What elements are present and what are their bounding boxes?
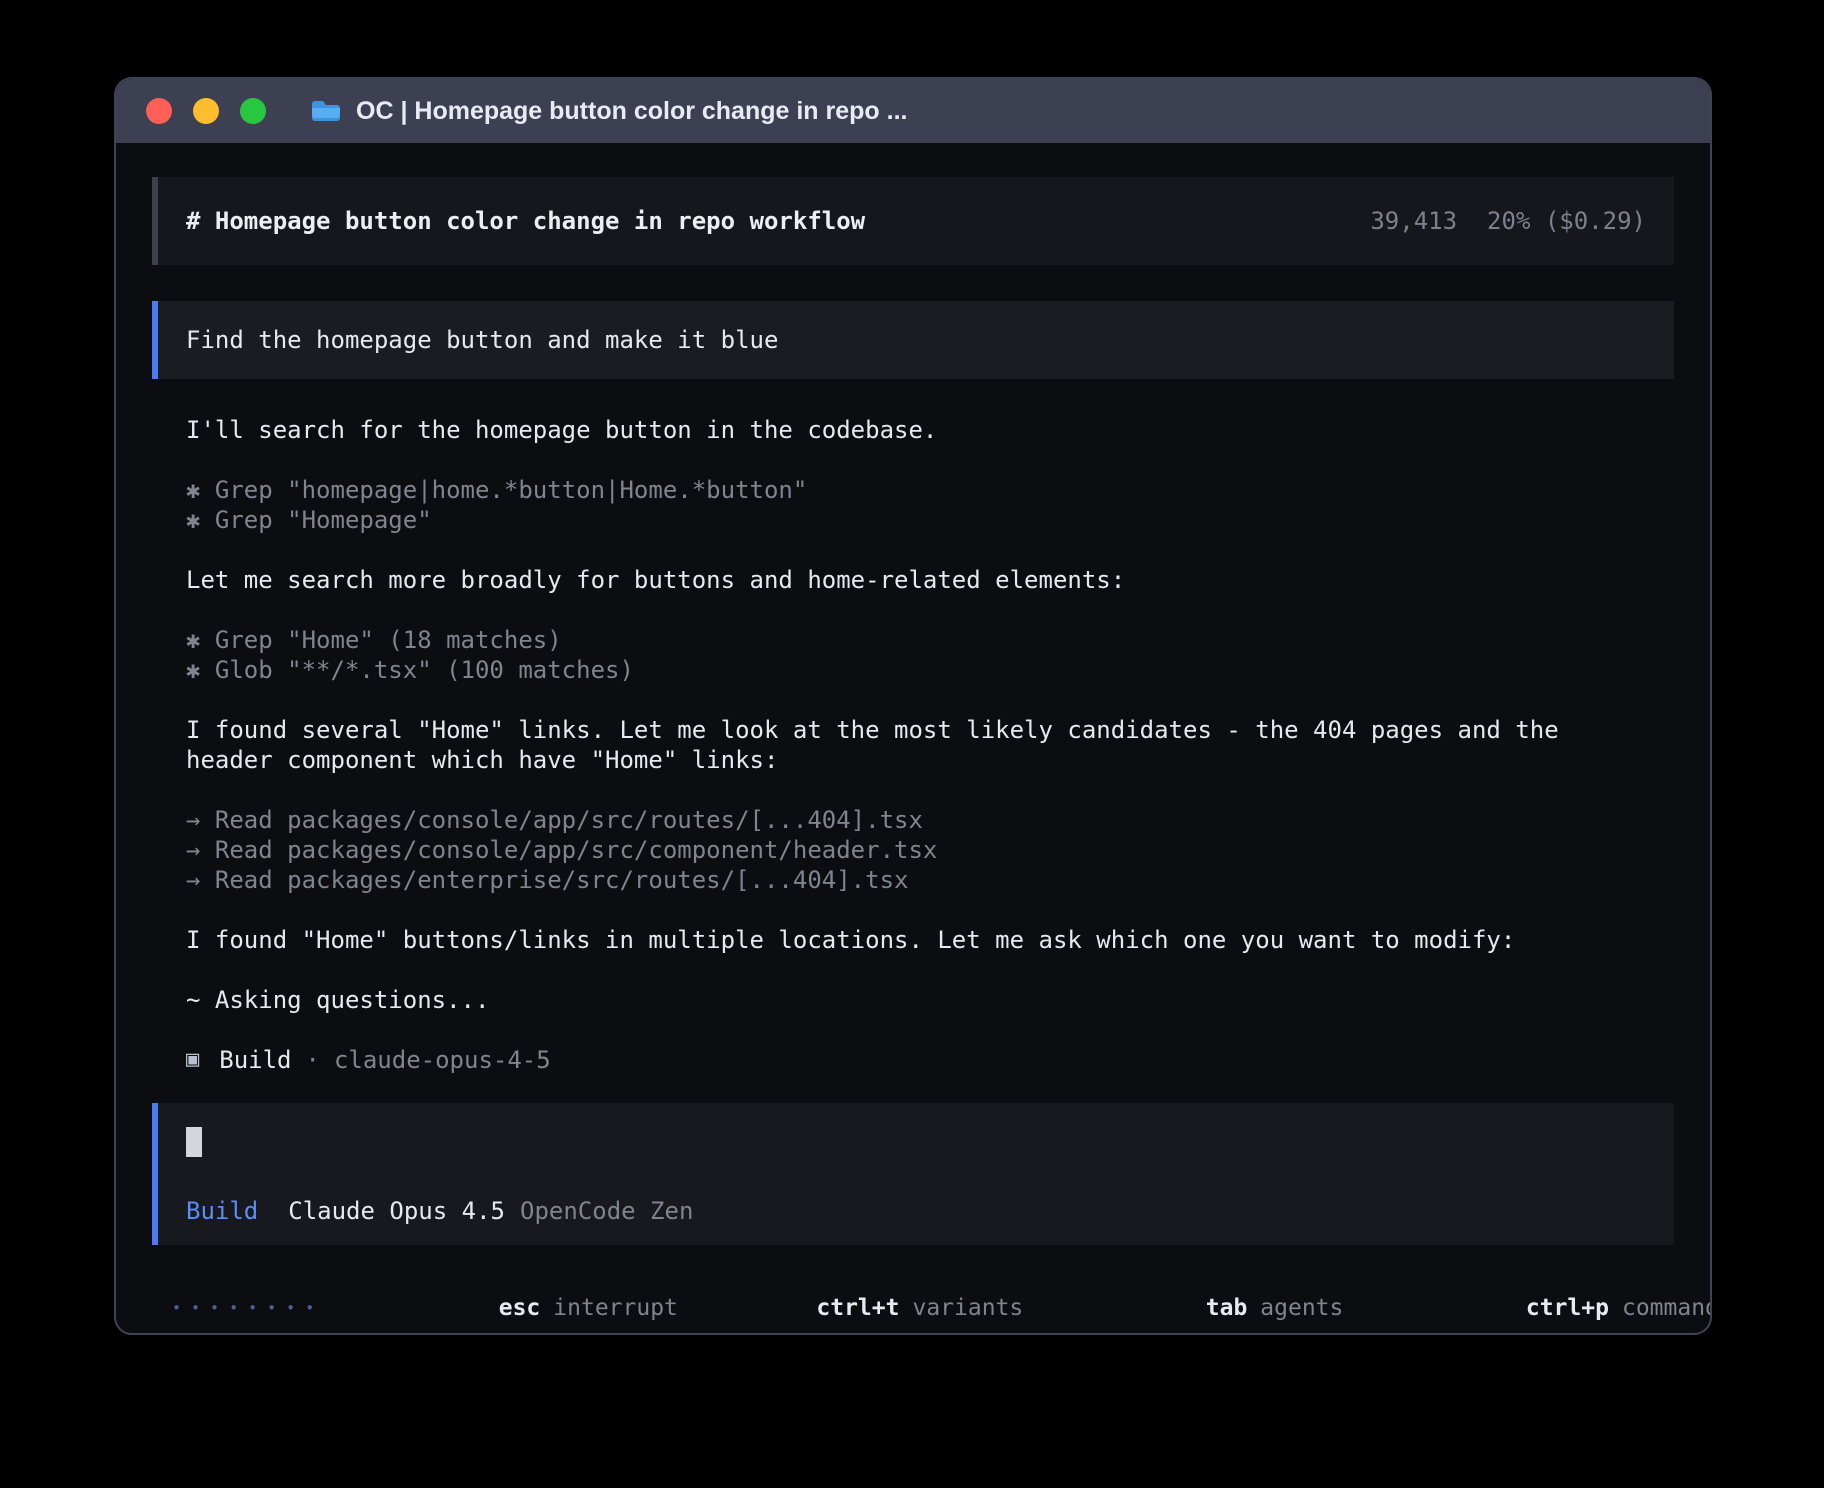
tool-call-read: → Read packages/console/app/src/componen… bbox=[186, 835, 1640, 865]
input-provider-name: OpenCode Zen bbox=[520, 1197, 693, 1225]
prompt-input[interactable]: Build Claude Opus 4.5 OpenCode Zen bbox=[152, 1103, 1674, 1245]
agent-status-line: ▣ Build · claude-opus-4-5 bbox=[186, 1045, 1640, 1075]
status-right: ctrl+t variants tab agents ctrl+p commands bbox=[678, 1269, 1712, 1335]
agent-icon: ▣ bbox=[186, 1045, 199, 1075]
shortcut-key: esc bbox=[499, 1295, 541, 1321]
user-message: Find the homepage button and make it blu… bbox=[152, 301, 1674, 379]
close-button[interactable] bbox=[146, 98, 172, 124]
spacer bbox=[186, 955, 1640, 985]
input-agent-mode[interactable]: Build bbox=[186, 1197, 258, 1225]
progress-spinner-dots: •••••••• bbox=[172, 1299, 324, 1317]
session-title: # Homepage button color change in repo w… bbox=[186, 207, 865, 235]
shortcut-interrupt: esc interrupt bbox=[360, 1269, 678, 1335]
tool-call-read: → Read packages/console/app/src/routes/[… bbox=[186, 805, 1640, 835]
tool-call-glob: ✱ Glob "**/*.tsx" (100 matches) bbox=[186, 655, 1640, 685]
shortcut-label: commands bbox=[1622, 1295, 1712, 1321]
spacer bbox=[186, 775, 1640, 805]
spacer bbox=[186, 895, 1640, 925]
tool-call-read: → Read packages/enterprise/src/routes/[.… bbox=[186, 865, 1640, 895]
shortcut-key: ctrl+t bbox=[816, 1295, 899, 1321]
terminal-window: OC | Homepage button color change in rep… bbox=[114, 77, 1712, 1335]
separator-dot: · bbox=[306, 1045, 320, 1075]
agent-name: Build bbox=[219, 1045, 291, 1075]
input-footer: Build Claude Opus 4.5 OpenCode Zen bbox=[186, 1197, 1646, 1225]
spacer bbox=[186, 1015, 1640, 1045]
window-title: OC | Homepage button color change in rep… bbox=[356, 97, 907, 126]
tool-call-grep: ✱ Grep "Home" (18 matches) bbox=[186, 625, 1640, 655]
assistant-text: Let me search more broadly for buttons a… bbox=[186, 565, 1640, 595]
shortcut-label: interrupt bbox=[553, 1295, 678, 1321]
title-group: OC | Homepage button color change in rep… bbox=[310, 97, 907, 126]
shortcut-agents: tab agents bbox=[1067, 1269, 1343, 1335]
status-asking-questions: ~ Asking questions... bbox=[186, 985, 1640, 1015]
maximize-button[interactable] bbox=[240, 98, 266, 124]
transcript: I'll search for the homepage button in t… bbox=[152, 415, 1674, 1075]
spacer bbox=[186, 445, 1640, 475]
shortcut-label: agents bbox=[1260, 1295, 1343, 1321]
spacer bbox=[186, 535, 1640, 565]
window-titlebar[interactable]: OC | Homepage button color change in rep… bbox=[116, 79, 1710, 143]
folder-icon bbox=[310, 98, 342, 124]
tool-call-grep: ✱ Grep "Homepage" bbox=[186, 505, 1640, 535]
status-left: •••••••• esc interrupt bbox=[172, 1269, 678, 1335]
shortcut-key: tab bbox=[1206, 1295, 1248, 1321]
terminal-content: # Homepage button color change in repo w… bbox=[116, 143, 1710, 1335]
assistant-text: I'll search for the homepage button in t… bbox=[186, 415, 1640, 445]
token-count: 39,413 bbox=[1370, 207, 1457, 235]
agent-model: claude-opus-4-5 bbox=[334, 1045, 551, 1075]
assistant-text: I found several "Home" links. Let me loo… bbox=[186, 715, 1640, 775]
status-bar: •••••••• esc interrupt ctrl+t variants tab… bbox=[152, 1269, 1674, 1335]
spacer bbox=[186, 595, 1640, 625]
shortcut-variants: ctrl+t variants bbox=[678, 1269, 1023, 1335]
session-stats: 39,413 20% ($0.29) bbox=[1370, 207, 1646, 235]
shortcut-commands: ctrl+p commands bbox=[1387, 1269, 1712, 1335]
assistant-text: I found "Home" buttons/links in multiple… bbox=[186, 925, 1640, 955]
session-header: # Homepage button color change in repo w… bbox=[152, 177, 1674, 265]
minimize-button[interactable] bbox=[193, 98, 219, 124]
spacer bbox=[186, 685, 1640, 715]
shortcut-label: variants bbox=[912, 1295, 1023, 1321]
user-message-text: Find the homepage button and make it blu… bbox=[186, 326, 778, 354]
input-model-name[interactable]: Claude Opus 4.5 bbox=[288, 1197, 505, 1225]
tool-call-grep: ✱ Grep "homepage|home.*button|Home.*butt… bbox=[186, 475, 1640, 505]
text-cursor bbox=[186, 1127, 202, 1157]
shortcut-key: ctrl+p bbox=[1526, 1295, 1609, 1321]
traffic-lights bbox=[146, 98, 266, 124]
context-cost: 20% ($0.29) bbox=[1487, 207, 1646, 235]
